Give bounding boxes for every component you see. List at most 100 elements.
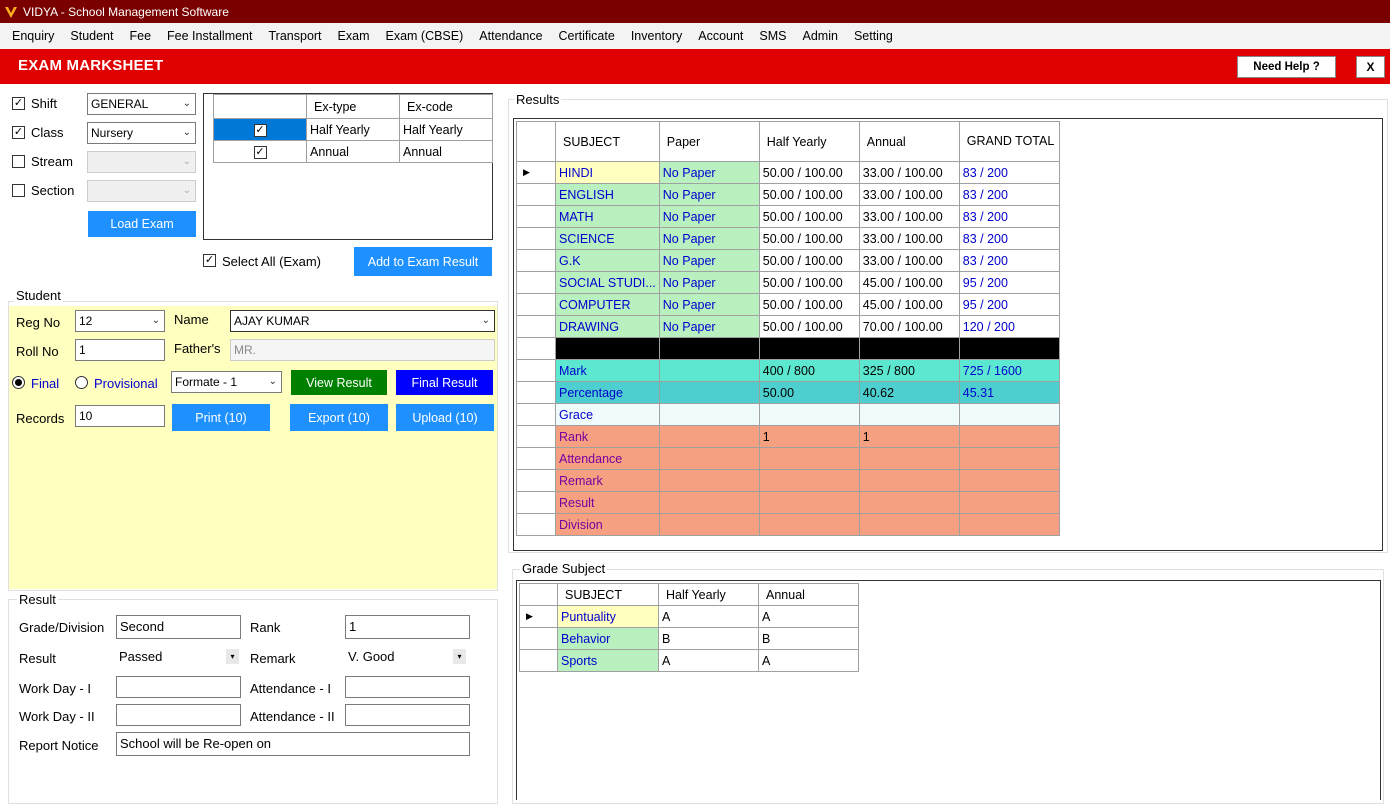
column-header-ex-type[interactable]: Ex-type [306, 94, 400, 119]
final-label: Final [31, 376, 60, 391]
result-row[interactable]: Result [516, 491, 1060, 514]
section-select[interactable]: ⌄ [87, 180, 196, 202]
column-header-subject[interactable]: SUBJECT [555, 121, 660, 162]
menu-admin[interactable]: Admin [795, 23, 846, 49]
division-row[interactable]: Division [516, 513, 1060, 536]
father-input[interactable]: MR. [230, 339, 495, 361]
exam-grid: Ex-type Ex-code ✓ Half Yearly Half Yearl… [203, 93, 493, 240]
column-header-grand-total[interactable]: GRAND TOTAL [958, 121, 1060, 162]
remark-select[interactable]: V. Good ▾ [345, 645, 470, 669]
stream-checkbox[interactable] [12, 155, 25, 168]
menu-sms[interactable]: SMS [751, 23, 794, 49]
reg-no-select[interactable]: 12 ⌄ [75, 310, 165, 332]
mark-row[interactable]: Mark 400 / 800 325 / 800 725 / 1600 [516, 359, 1060, 382]
table-row[interactable]: ▶ HINDI No Paper 50.00 / 100.00 33.00 / … [516, 161, 1060, 184]
column-header-annual[interactable]: Annual [758, 583, 859, 606]
workday2-input[interactable] [116, 704, 241, 726]
results-grid: SUBJECT Paper Half Yearly Annual GRAND T… [513, 118, 1383, 551]
shift-select[interactable]: GENERAL ⌄ [87, 93, 196, 115]
close-button[interactable]: X [1356, 56, 1385, 78]
roll-no-label: Roll No [16, 344, 59, 359]
grade-input[interactable]: Second [116, 615, 241, 639]
load-exam-button[interactable]: Load Exam [88, 211, 196, 237]
column-header-half-yearly[interactable]: Half Yearly [658, 583, 759, 606]
remark-row[interactable]: Remark [516, 469, 1060, 492]
table-row[interactable]: DRAWING No Paper 50.00 / 100.00 70.00 / … [516, 315, 1060, 338]
table-row[interactable]: ▶ Puntuality A A [519, 605, 859, 628]
table-row[interactable]: G.K No Paper 50.00 / 100.00 33.00 / 100.… [516, 249, 1060, 272]
exam-row-checkbox[interactable]: ✓ [253, 124, 267, 137]
table-row[interactable]: Behavior B B [519, 627, 859, 650]
table-row[interactable]: SOCIAL STUDI... No Paper 50.00 / 100.00 … [516, 271, 1060, 294]
results-group-title: Results [514, 92, 562, 107]
row-pointer-icon: ▶ [516, 161, 556, 184]
shift-checkbox[interactable]: ✓ [12, 97, 25, 110]
table-row[interactable]: Sports A A [519, 649, 859, 672]
separator-row [516, 337, 1060, 360]
grace-row[interactable]: Grace [516, 403, 1060, 426]
menu-setting[interactable]: Setting [846, 23, 901, 49]
page-title: EXAM MARKSHEET [18, 57, 164, 74]
menu-exam[interactable]: Exam [330, 23, 378, 49]
section-label: Section [31, 183, 75, 198]
column-header-annual[interactable]: Annual [858, 121, 960, 162]
table-row[interactable]: ✓ Half Yearly Half Yearly [213, 118, 493, 141]
select-all-checkbox[interactable]: ✓ [203, 254, 216, 267]
records-input[interactable]: 10 [75, 405, 165, 427]
class-label: Class [31, 125, 64, 140]
export-button[interactable]: Export (10) [290, 404, 388, 431]
menu-enquiry[interactable]: Enquiry [4, 23, 62, 49]
menu-student[interactable]: Student [62, 23, 121, 49]
name-select[interactable]: AJAY KUMAR ⌄ [230, 310, 495, 332]
result-group-title: Result [17, 592, 58, 607]
menu-inventory[interactable]: Inventory [623, 23, 690, 49]
menu-fee-installment[interactable]: Fee Installment [159, 23, 260, 49]
workday1-input[interactable] [116, 676, 241, 698]
menu-account[interactable]: Account [690, 23, 751, 49]
final-radio[interactable] [12, 376, 25, 389]
menu-attendance[interactable]: Attendance [471, 23, 550, 49]
result-label: Result [19, 651, 56, 666]
roll-no-input[interactable]: 1 [75, 339, 165, 361]
result-select[interactable]: Passed ▾ [116, 645, 241, 669]
menu-certificate[interactable]: Certificate [551, 23, 623, 49]
view-result-button[interactable]: View Result [291, 370, 387, 395]
print-button[interactable]: Print (10) [172, 404, 270, 431]
section-checkbox[interactable] [12, 184, 25, 197]
attendance-row[interactable]: Attendance [516, 447, 1060, 470]
rank-row[interactable]: Rank 1 1 [516, 425, 1060, 448]
table-row[interactable]: COMPUTER No Paper 50.00 / 100.00 45.00 /… [516, 293, 1060, 316]
column-header-paper[interactable]: Paper [658, 121, 760, 162]
menu-transport[interactable]: Transport [261, 23, 330, 49]
father-label: Father's [174, 341, 221, 356]
table-row[interactable]: ✓ Annual Annual [213, 140, 493, 163]
provisional-radio[interactable] [75, 376, 88, 389]
select-all-label: Select All (Exam) [222, 254, 321, 269]
class-select[interactable]: Nursery ⌄ [87, 122, 196, 144]
attendance2-input[interactable] [345, 704, 470, 726]
chevron-down-icon: ⌄ [182, 98, 191, 109]
attendance1-input[interactable] [345, 676, 470, 698]
rank-input[interactable]: 1 [345, 615, 470, 639]
percentage-row[interactable]: Percentage 50.00 40.62 45.31 [516, 381, 1060, 404]
column-header-half-yearly[interactable]: Half Yearly [758, 121, 860, 162]
table-row[interactable]: MATH No Paper 50.00 / 100.00 33.00 / 100… [516, 205, 1060, 228]
stream-select[interactable]: ⌄ [87, 151, 196, 173]
upload-button[interactable]: Upload (10) [396, 404, 494, 431]
table-row[interactable]: SCIENCE No Paper 50.00 / 100.00 33.00 / … [516, 227, 1060, 250]
need-help-button[interactable]: Need Help ? [1237, 56, 1336, 78]
exam-row-checkbox[interactable]: ✓ [253, 146, 267, 159]
attendance2-label: Attendance - II [250, 709, 335, 724]
menu-fee[interactable]: Fee [121, 23, 159, 49]
format-select[interactable]: Formate - 1 ⌄ [171, 371, 282, 393]
grade-label: Grade/Division [19, 620, 105, 635]
column-header-ex-code[interactable]: Ex-code [399, 94, 493, 119]
column-header-subject[interactable]: SUBJECT [557, 583, 659, 606]
add-to-exam-result-button[interactable]: Add to Exam Result [354, 247, 492, 276]
final-result-button[interactable]: Final Result [396, 370, 493, 395]
chevron-down-icon: ⌄ [268, 376, 277, 387]
class-checkbox[interactable]: ✓ [12, 126, 25, 139]
report-notice-input[interactable]: School will be Re-open on [116, 732, 470, 756]
table-row[interactable]: ENGLISH No Paper 50.00 / 100.00 33.00 / … [516, 183, 1060, 206]
menu-exam-cbse[interactable]: Exam (CBSE) [377, 23, 471, 49]
